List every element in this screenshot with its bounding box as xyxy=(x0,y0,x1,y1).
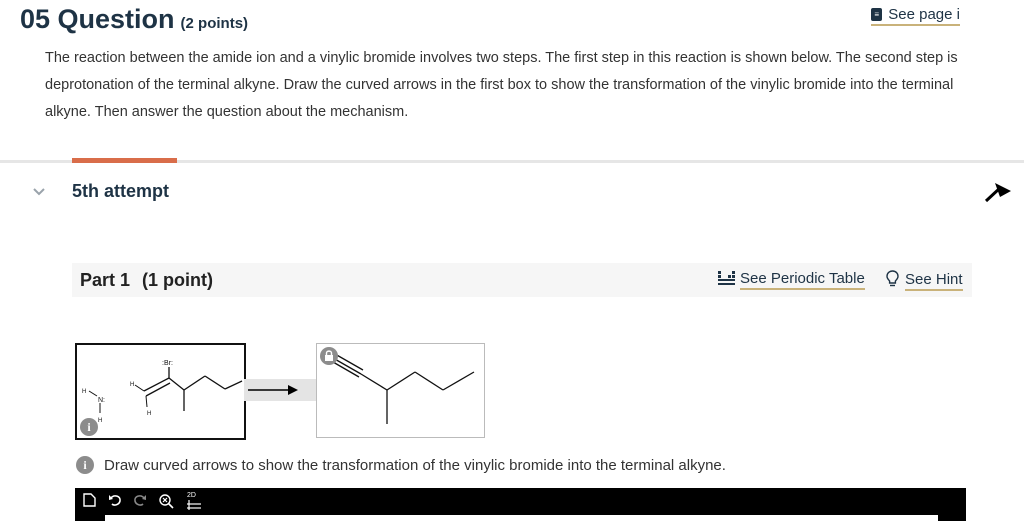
mode-2d-label: 2D xyxy=(187,492,196,499)
see-page-link[interactable]: ≡ See page i xyxy=(871,6,960,26)
see-page-label: See page i xyxy=(888,6,960,23)
part-title-label: Part 1 xyxy=(80,270,131,290)
lock-icon xyxy=(320,347,338,365)
nitrogen-label: N: xyxy=(98,397,105,404)
question-number: 05 Question xyxy=(20,4,175,34)
bromine-label: :Br: xyxy=(162,360,173,367)
chevron-down-icon[interactable] xyxy=(32,184,46,200)
see-periodic-table-link[interactable]: See Periodic Table xyxy=(718,270,865,290)
new-document-icon[interactable] xyxy=(83,493,96,510)
attempt-label[interactable]: 5th attempt xyxy=(72,181,169,202)
product-structure xyxy=(332,353,475,424)
drawing-canvas[interactable] xyxy=(105,515,938,521)
periodic-table-label: See Periodic Table xyxy=(740,270,865,290)
amide-h-top-label: H xyxy=(82,389,86,395)
lightbulb-icon xyxy=(886,270,899,291)
zoom-clear-icon[interactable] xyxy=(158,493,174,512)
instruction-text: Draw curved arrows to show the transform… xyxy=(104,456,726,474)
redo-icon[interactable] xyxy=(133,493,147,510)
alkene-h-bottom-label: H xyxy=(147,411,151,417)
question-text: The reaction between the amide ion and a… xyxy=(45,50,958,120)
book-icon: ≡ xyxy=(871,8,883,21)
info-icon[interactable]: i xyxy=(80,418,98,436)
part-points: (1 point) xyxy=(142,270,214,290)
info-icon: i xyxy=(76,456,94,474)
attempt-tab-indicator xyxy=(72,158,177,163)
periodic-table-icon xyxy=(718,271,735,289)
mode-2d-button[interactable]: 2D xyxy=(187,491,201,513)
product-box xyxy=(316,343,485,438)
see-hint-link[interactable]: See Hint xyxy=(886,270,963,291)
question-points: (2 points) xyxy=(180,15,249,32)
reaction-arrow xyxy=(244,379,316,401)
reactant-drawing-box[interactable]: :Br: N: H H H H i xyxy=(75,343,246,440)
instruction-row: i Draw curved arrows to show the transfo… xyxy=(76,456,726,474)
undo-icon[interactable] xyxy=(108,493,122,510)
question-heading: 05 Question (2 points) xyxy=(20,4,248,35)
part-title: Part 1 (1 point) xyxy=(80,270,213,291)
collapse-arrow-icon[interactable] xyxy=(982,180,1012,209)
alkene-h-left-label: H xyxy=(130,382,134,388)
reactant-structure: :Br: N: H H H H xyxy=(82,360,243,424)
hint-label: See Hint xyxy=(905,271,963,291)
amide-h-bottom-label: H xyxy=(98,418,102,424)
